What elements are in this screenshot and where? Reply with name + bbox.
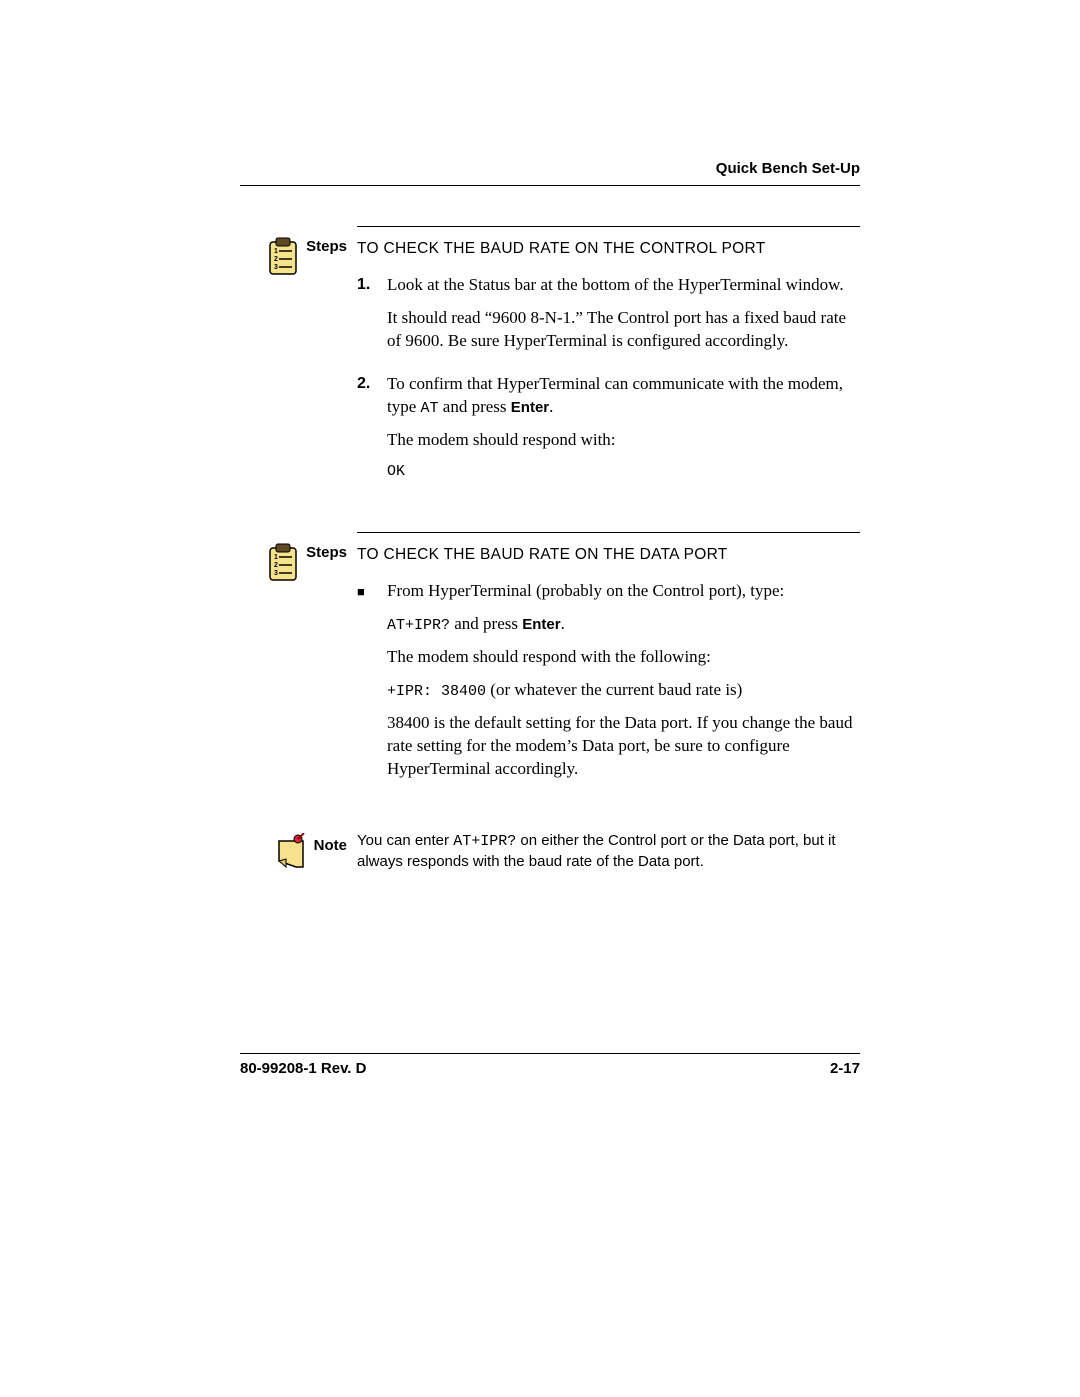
step-2: 2. To confirm that HyperTerminal can com… <box>357 373 860 492</box>
steps-body: TO CHECK THE BAUD RATE ON THE CONTROL PO… <box>357 226 860 502</box>
steps-section-data-port: 1 2 3 Steps TO CHECK THE BAUD RATE ON TH… <box>240 532 860 801</box>
steps-label: Steps <box>306 226 347 255</box>
key-enter: Enter <box>522 616 560 633</box>
text: You can enter <box>357 832 453 849</box>
section-heading: TO CHECK THE BAUD RATE ON THE CONTROL PO… <box>357 239 860 260</box>
steps-clipboard-icon: 1 2 3 <box>266 532 300 582</box>
bullet-body: From HyperTerminal (probably on the Cont… <box>387 580 860 791</box>
text: . <box>549 397 553 416</box>
page-number: 2-17 <box>830 1060 860 1077</box>
response-text: +IPR: 38400 <box>387 683 486 700</box>
step-number: 2. <box>357 373 387 492</box>
step-body: Look at the Status bar at the bottom of … <box>387 274 860 363</box>
step-body: To confirm that HyperTerminal can commun… <box>387 373 860 492</box>
step-number: 1. <box>357 274 387 363</box>
step-text: It should read “9600 8-N-1.” The Control… <box>387 307 860 353</box>
page-header-title: Quick Bench Set-Up <box>240 160 860 177</box>
svg-text:3: 3 <box>274 264 278 271</box>
page: Quick Bench Set-Up 1 2 3 Steps TO CHECK <box>0 0 1080 1397</box>
svg-text:3: 3 <box>274 570 278 577</box>
note-section: Note You can enter AT+IPR? on either the… <box>240 831 860 883</box>
text: and press <box>450 614 522 633</box>
note-body: You can enter AT+IPR? on either the Cont… <box>357 831 860 883</box>
bullet-item: ■ From HyperTerminal (probably on the Co… <box>357 580 860 791</box>
step-text: The modem should respond with: <box>387 429 860 452</box>
bullet-text: AT+IPR? and press Enter. <box>387 613 860 636</box>
section-heading: TO CHECK THE BAUD RATE ON THE DATA PORT <box>357 545 860 566</box>
bullet-text: 38400 is the default setting for the Dat… <box>387 712 860 781</box>
steps-side-col: 1 2 3 Steps <box>240 532 357 582</box>
note-text: You can enter AT+IPR? on either the Cont… <box>357 831 860 873</box>
step-1: 1. Look at the Status bar at the bottom … <box>357 274 860 363</box>
bullet-marker: ■ <box>357 580 387 791</box>
header-rule <box>240 185 860 186</box>
section-rule <box>357 226 860 227</box>
bullet-text: +IPR: 38400 (or whatever the current bau… <box>387 679 860 702</box>
steps-label: Steps <box>306 532 347 561</box>
step-text: To confirm that HyperTerminal can commun… <box>387 373 860 419</box>
note-side-col: Note <box>240 831 357 873</box>
bullet-text: From HyperTerminal (probably on the Cont… <box>387 580 860 603</box>
steps-side-col: 1 2 3 Steps <box>240 226 357 276</box>
text: and press <box>439 397 511 416</box>
svg-text:2: 2 <box>274 562 278 569</box>
command-text: AT+IPR? <box>387 617 450 634</box>
footer-rule <box>240 1053 860 1054</box>
command-text: AT <box>421 400 439 417</box>
text: . <box>561 614 565 633</box>
key-enter: Enter <box>511 399 549 416</box>
footer-row: 80-99208-1 Rev. D 2-17 <box>240 1060 860 1077</box>
step-text: Look at the Status bar at the bottom of … <box>387 274 860 297</box>
note-label: Note <box>314 831 347 854</box>
section-rule <box>357 532 860 533</box>
response-text: OK <box>387 462 860 482</box>
steps-section-control-port: 1 2 3 Steps TO CHECK THE BAUD RATE ON TH… <box>240 226 860 502</box>
page-footer: 80-99208-1 Rev. D 2-17 <box>240 1053 860 1077</box>
command-text: AT+IPR? <box>453 833 516 850</box>
steps-body: TO CHECK THE BAUD RATE ON THE DATA PORT … <box>357 532 860 801</box>
steps-clipboard-icon: 1 2 3 <box>266 226 300 276</box>
svg-text:1: 1 <box>274 248 278 255</box>
bullet-text: The modem should respond with the follow… <box>387 646 860 669</box>
svg-text:2: 2 <box>274 256 278 263</box>
svg-text:1: 1 <box>274 554 278 561</box>
doc-revision: 80-99208-1 Rev. D <box>240 1060 366 1077</box>
sticky-note-pushpin-icon <box>274 831 308 873</box>
text: (or whatever the current baud rate is) <box>486 680 742 699</box>
